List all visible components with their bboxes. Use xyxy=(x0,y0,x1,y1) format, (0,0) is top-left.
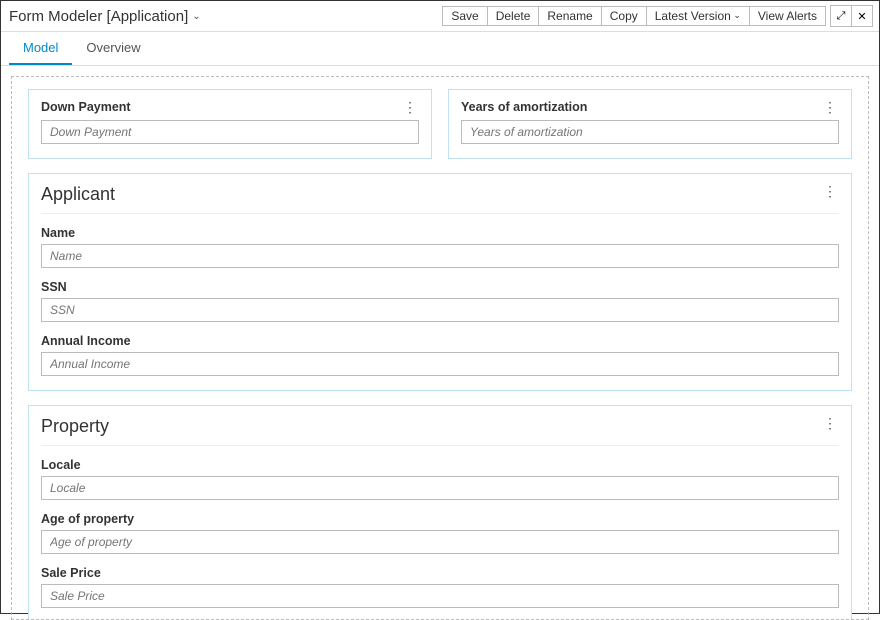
section-title-property: Property xyxy=(41,416,109,437)
field-group-name: Name xyxy=(41,226,839,268)
kebab-menu-icon[interactable]: ⋮ xyxy=(821,100,839,114)
field-label-name: Name xyxy=(41,226,839,240)
page-title: Form Modeler [Application] ⌄ xyxy=(9,8,201,25)
kebab-menu-icon[interactable]: ⋮ xyxy=(821,184,839,198)
section-header: Applicant ⋮ xyxy=(41,184,839,214)
tabs: Model Overview xyxy=(1,32,879,66)
kebab-menu-icon[interactable]: ⋮ xyxy=(821,416,839,430)
col-years-amort: Years of amortization ⋮ xyxy=(448,89,852,159)
page-title-text: Form Modeler [Application] xyxy=(9,8,188,25)
down-payment-input[interactable] xyxy=(41,120,419,144)
view-alerts-button[interactable]: View Alerts xyxy=(749,6,826,26)
field-label-locale: Locale xyxy=(41,458,839,472)
field-group-sale-price: Sale Price xyxy=(41,566,839,608)
field-card-years-amort[interactable]: Years of amortization ⋮ xyxy=(448,89,852,159)
locale-input[interactable] xyxy=(41,476,839,500)
tab-model[interactable]: Model xyxy=(9,32,72,65)
section-applicant[interactable]: Applicant ⋮ Name SSN Annual Income xyxy=(28,173,852,391)
header-actions: Save Delete Rename Copy Latest Version V… xyxy=(442,5,873,27)
field-group-locale: Locale xyxy=(41,458,839,500)
top-row: Down Payment ⋮ Years of amortization ⋮ xyxy=(28,89,852,159)
rename-button[interactable]: Rename xyxy=(538,6,601,26)
annual-income-input[interactable] xyxy=(41,352,839,376)
copy-button[interactable]: Copy xyxy=(601,6,647,26)
field-group-age-of-property: Age of property xyxy=(41,512,839,554)
field-card-down-payment[interactable]: Down Payment ⋮ xyxy=(28,89,432,159)
close-icon[interactable]: ✕ xyxy=(851,5,873,27)
expand-icon[interactable]: ⤢ xyxy=(830,5,852,27)
section-header: Property ⋮ xyxy=(41,416,839,446)
age-of-property-input[interactable] xyxy=(41,530,839,554)
field-label-down-payment: Down Payment xyxy=(41,100,131,114)
delete-button[interactable]: Delete xyxy=(487,6,540,26)
col-down-payment: Down Payment ⋮ xyxy=(28,89,432,159)
field-group-annual-income: Annual Income xyxy=(41,334,839,376)
section-title-applicant: Applicant xyxy=(41,184,115,205)
field-label-sale-price: Sale Price xyxy=(41,566,839,580)
ssn-input[interactable] xyxy=(41,298,839,322)
field-label-years-amort: Years of amortization xyxy=(461,100,587,114)
field-label-ssn: SSN xyxy=(41,280,839,294)
field-group-ssn: SSN xyxy=(41,280,839,322)
card-header: Down Payment ⋮ xyxy=(41,100,419,114)
chevron-down-icon[interactable]: ⌄ xyxy=(192,11,200,22)
kebab-menu-icon[interactable]: ⋮ xyxy=(401,100,419,114)
form-canvas[interactable]: Down Payment ⋮ Years of amortization ⋮ xyxy=(11,76,869,620)
name-input[interactable] xyxy=(41,244,839,268)
latest-version-dropdown[interactable]: Latest Version xyxy=(646,6,750,26)
app-header: Form Modeler [Application] ⌄ Save Delete… xyxy=(1,1,879,32)
field-label-annual-income: Annual Income xyxy=(41,334,839,348)
canvas-wrapper: Down Payment ⋮ Years of amortization ⋮ xyxy=(1,66,879,620)
tab-overview[interactable]: Overview xyxy=(72,32,154,65)
card-header: Years of amortization ⋮ xyxy=(461,100,839,114)
save-button[interactable]: Save xyxy=(442,6,487,26)
sale-price-input[interactable] xyxy=(41,584,839,608)
section-property[interactable]: Property ⋮ Locale Age of property Sale P… xyxy=(28,405,852,620)
years-amort-input[interactable] xyxy=(461,120,839,144)
field-label-age-of-property: Age of property xyxy=(41,512,839,526)
